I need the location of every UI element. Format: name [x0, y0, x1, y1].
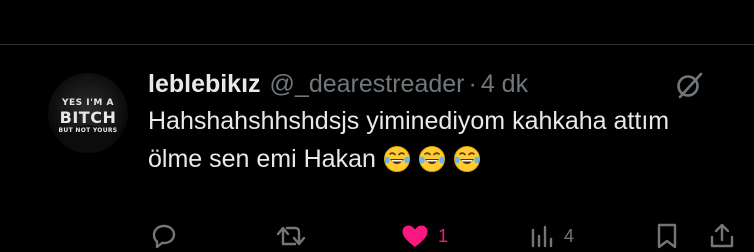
laughing-emoji-icon — [418, 145, 446, 173]
share-button[interactable] — [708, 220, 736, 252]
author-name[interactable]: leblebikız — [148, 70, 261, 99]
grok-icon[interactable] — [674, 70, 704, 100]
retweet-icon — [276, 226, 306, 246]
tweet-text-line1: Hahshahshhshdsjs yiminediyom kahkaha att… — [148, 107, 670, 135]
view-count: 4 — [564, 225, 575, 246]
tweet-text-line2: ölme sen emi Hakan — [148, 145, 376, 173]
bookmark-icon — [657, 223, 677, 249]
share-icon — [710, 223, 734, 248]
avatar-text-line1: YES I'M A — [62, 98, 114, 108]
timestamp[interactable]: 4 dk — [481, 70, 528, 99]
bookmark-button[interactable] — [655, 220, 679, 252]
reply-icon — [152, 224, 176, 249]
avatar[interactable]: YES I'M A BITCH BUT NOT YOURS — [48, 73, 128, 153]
retweet-button[interactable] — [275, 220, 307, 252]
heart-filled-icon — [402, 225, 428, 247]
laughing-emoji-icon — [383, 145, 411, 173]
reply-button[interactable] — [150, 220, 178, 252]
author-handle[interactable]: @_dearestreader — [270, 70, 465, 99]
like-count: 1 — [438, 225, 449, 246]
laughing-emoji-icon — [453, 145, 481, 173]
avatar-text-line2: BITCH — [59, 108, 117, 127]
tweet-text-line2-row: ölme sen emi Hakan — [148, 142, 481, 176]
views-button[interactable]: 4 — [528, 220, 574, 252]
avatar-text-line3: BUT NOT YOURS — [58, 127, 118, 134]
views-icon — [531, 225, 553, 248]
tweet-header: leblebikız @_dearestreader · 4 dk — [148, 66, 528, 102]
separator-dot: · — [468, 69, 477, 98]
top-divider — [0, 44, 754, 45]
like-button[interactable]: 1 — [400, 220, 448, 252]
